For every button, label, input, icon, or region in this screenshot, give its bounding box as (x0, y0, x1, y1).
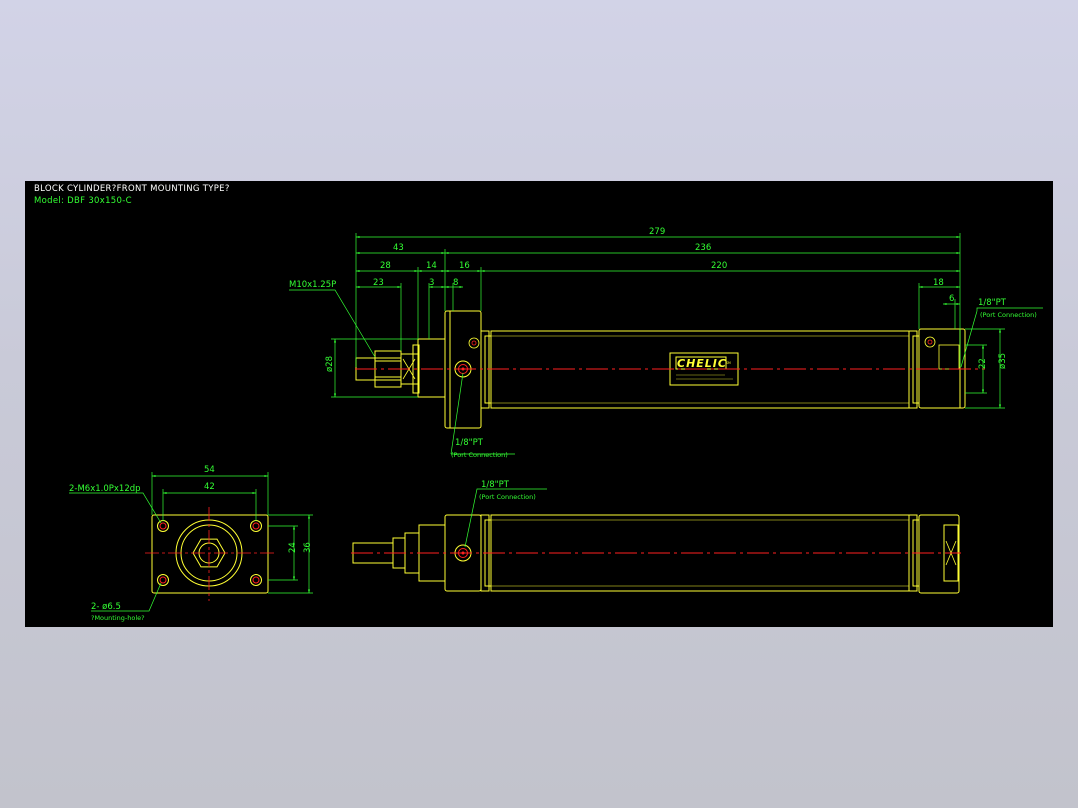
dim-220: 220 (711, 261, 727, 271)
dim-16: 16 (459, 261, 470, 271)
dim-23: 23 (373, 278, 384, 288)
model-label: Model: DBF 30x150-C (34, 196, 132, 206)
dim-28: 28 (380, 261, 391, 271)
nameplate-brand: CHELIC (677, 357, 727, 370)
dim-236: 236 (695, 243, 711, 253)
dim-42: 42 (204, 482, 215, 492)
dim-36: 36 (303, 542, 313, 553)
rear-screw-icon (924, 336, 936, 348)
rod-bushing (417, 338, 446, 398)
dim-24: 24 (288, 542, 298, 553)
port-connection-right: (Port Connection) (980, 311, 1037, 319)
dim-279: 279 (649, 227, 665, 237)
dim-22: 22 (978, 358, 988, 369)
dimension-lines-top (289, 233, 1043, 455)
front-screw-icon (468, 337, 480, 349)
side-view (352, 514, 960, 594)
dim-6: 6 (949, 294, 954, 304)
port-connection-side: (Port Connection) (479, 493, 536, 501)
tap-holes-note: 2-M6x1.0Px12dp (69, 484, 141, 494)
thread-note: M10x1.25P (289, 280, 336, 290)
rear-port (938, 344, 960, 370)
cad-drawing: BLOCK CYLINDER?FRONT MOUNTING TYPE? Mode… (34, 184, 1043, 622)
port-note-bottom: 1/8"PT (455, 438, 484, 448)
nameplate-suffix: SM (726, 361, 731, 365)
port-connection-bottom: (Port Connection) (451, 451, 508, 459)
dim-54: 54 (204, 465, 215, 475)
drawing-canvas: BLOCK CYLINDER?FRONT MOUNTING TYPE? Mode… (25, 181, 1053, 627)
mount-holes-note: 2- ø6.5 (91, 602, 121, 612)
rear-cap (918, 328, 966, 409)
dim-dia28: ø28 (325, 356, 335, 372)
port-note-side: 1/8"PT (481, 480, 510, 490)
mount-holes-caption: ?Mounting-hole? (91, 614, 145, 622)
dim-43: 43 (393, 243, 404, 253)
dim-8: 8 (453, 278, 458, 288)
port-note-right: 1/8"PT (978, 298, 1007, 308)
drawing-title: BLOCK CYLINDER?FRONT MOUNTING TYPE? (34, 184, 230, 194)
dim-18: 18 (933, 278, 944, 288)
front-view (355, 310, 966, 429)
dim-dia35: ø35 (998, 353, 1008, 369)
dim-3: 3 (429, 278, 434, 288)
dim-14: 14 (426, 261, 437, 271)
